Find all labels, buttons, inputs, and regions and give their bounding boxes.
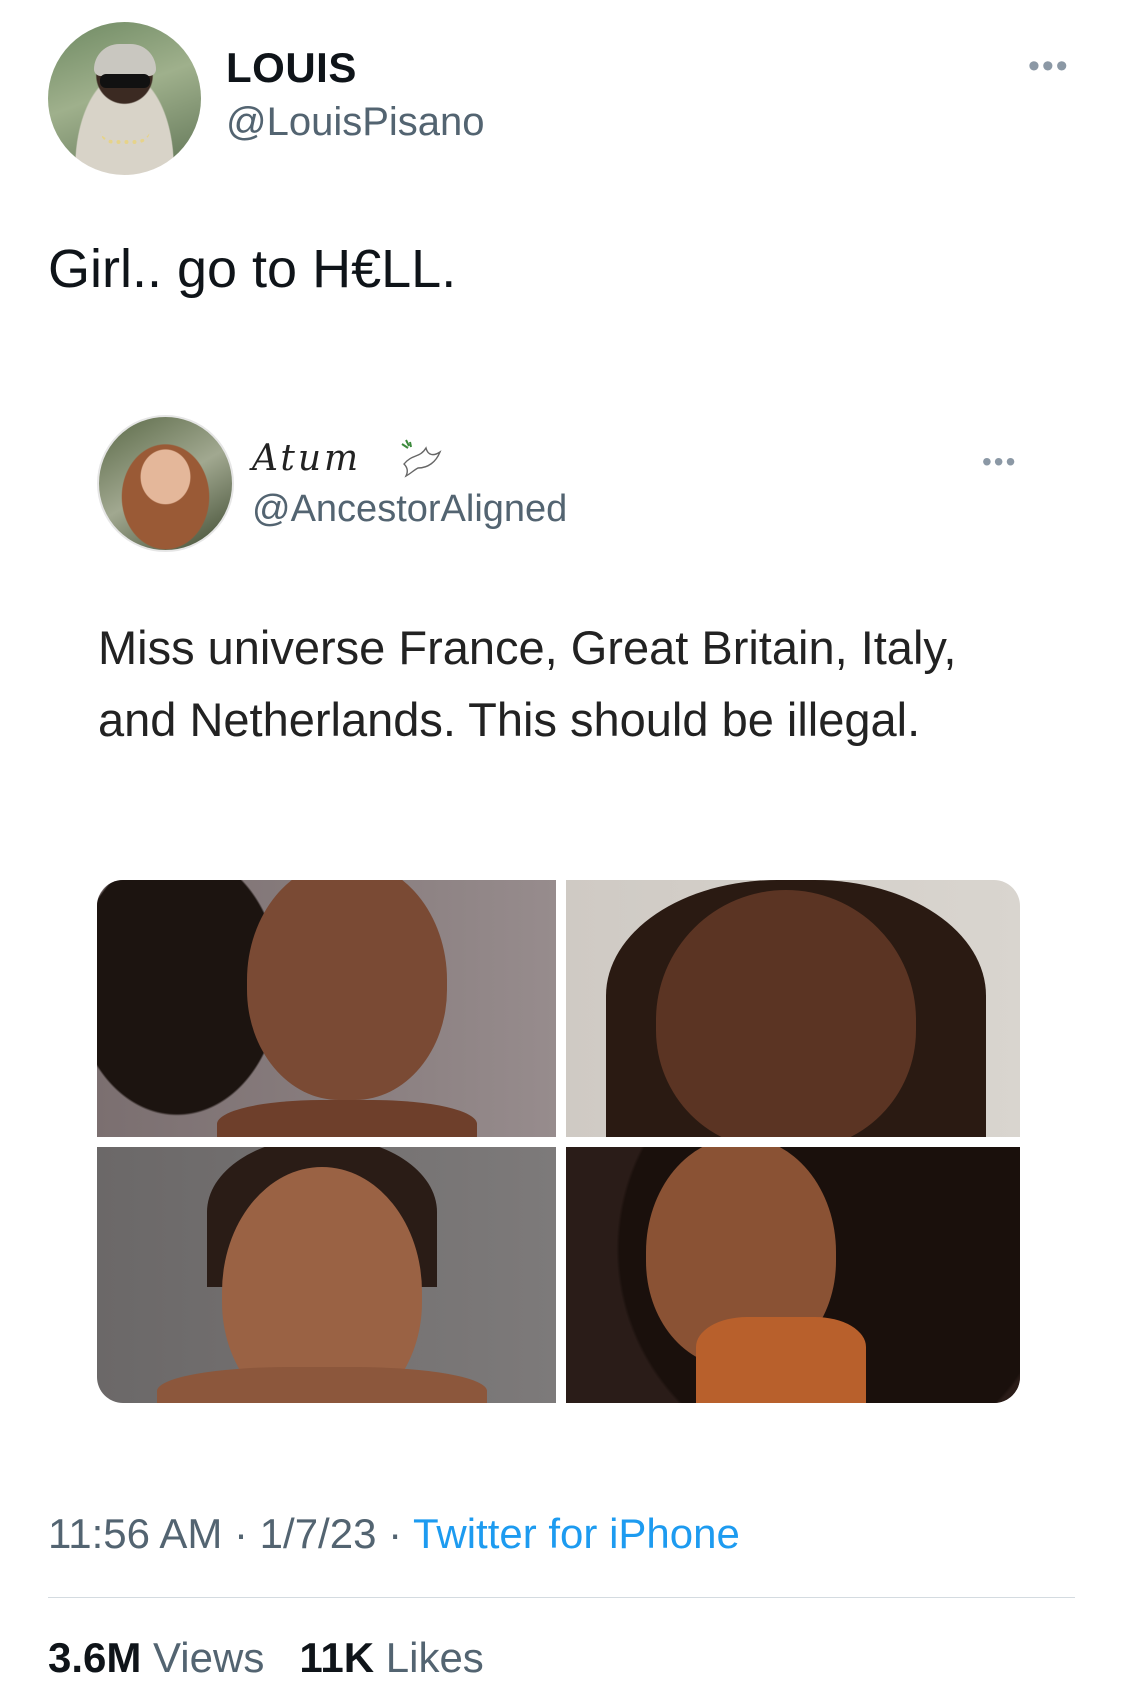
quoted-more-options-icon[interactable]: ••• xyxy=(982,446,1017,478)
photo-grid xyxy=(97,880,1020,1403)
tweet-timestamp: 11:56 AM · 1/7/23 · Twitter for iPhone xyxy=(48,1510,740,1558)
tweet-source-link[interactable]: Twitter for iPhone xyxy=(413,1510,740,1557)
views-stat[interactable]: 3.6M Views xyxy=(48,1634,264,1681)
likes-stat[interactable]: 11K Likes xyxy=(299,1634,483,1681)
photo-bottom-right[interactable] xyxy=(566,1147,1020,1403)
quoted-tweet-text: Miss universe France, Great Britain, Ita… xyxy=(98,621,957,746)
quoted-author-handle[interactable]: @AncestorAligned xyxy=(252,488,567,531)
author-name[interactable]: LOUIS xyxy=(226,44,357,92)
author-handle[interactable]: @LouisPisano xyxy=(226,100,485,145)
author-avatar[interactable] xyxy=(48,22,201,175)
photo-top-left[interactable] xyxy=(97,880,556,1137)
separator: · xyxy=(222,1510,260,1557)
tweet-text: Girl.. go to H€LL. xyxy=(48,239,457,299)
quoted-author-avatar[interactable] xyxy=(97,415,234,552)
separator: · xyxy=(376,1510,414,1557)
likes-label: Likes xyxy=(385,1634,484,1681)
views-label: Views xyxy=(153,1634,265,1681)
tweet-time[interactable]: 11:56 AM xyxy=(48,1510,222,1557)
engagement-stats: 3.6M Views 11K Likes xyxy=(48,1634,484,1682)
photo-bottom-left[interactable] xyxy=(97,1147,556,1403)
photo-top-right[interactable] xyxy=(566,880,1020,1137)
dove-icon xyxy=(401,439,442,478)
likes-count: 11K xyxy=(299,1634,375,1681)
quoted-author-name[interactable]: Atum xyxy=(252,438,361,479)
views-count: 3.6M xyxy=(48,1634,142,1681)
tweet-date[interactable]: 1/7/23 xyxy=(260,1510,377,1557)
divider xyxy=(48,1597,1075,1598)
more-options-icon[interactable]: ••• xyxy=(1028,49,1070,83)
